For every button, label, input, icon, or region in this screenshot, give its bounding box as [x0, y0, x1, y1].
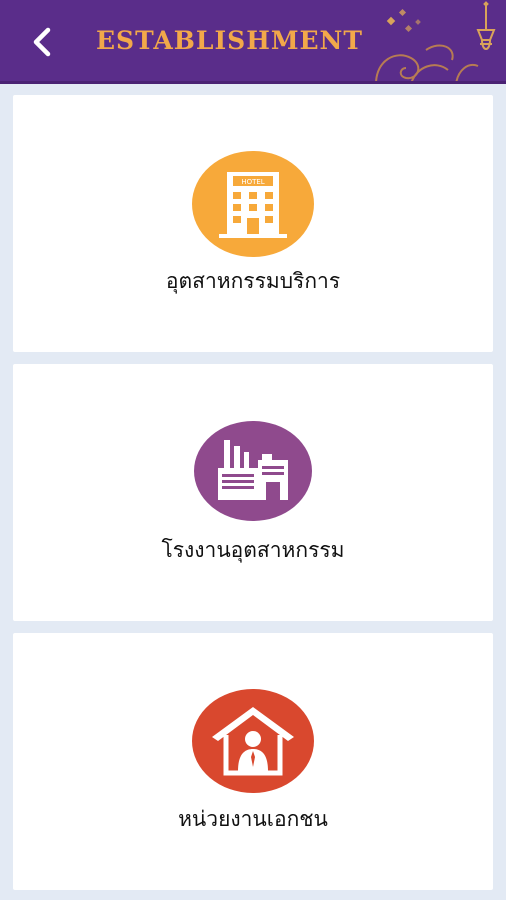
- hotel-icon-circle: HOTEL: [192, 151, 314, 257]
- card-factory-industry[interactable]: โรงงานอุตสาหกรรม: [13, 364, 493, 621]
- app-header: ESTABLISHMENT: [0, 0, 506, 84]
- card-label: โรงงานอุตสาหกรรม: [161, 538, 345, 562]
- factory-icon-circle: [194, 421, 312, 521]
- page-title: ESTABLISHMENT: [96, 26, 364, 55]
- office-worker-icon: [212, 707, 294, 776]
- hotel-icon: HOTEL: [219, 172, 287, 238]
- card-label: อุตสาหกรรมบริการ: [165, 269, 341, 293]
- factory-icon: [218, 440, 288, 500]
- card-service-industry[interactable]: HOTEL อุตสาหกรรมบริการ: [13, 95, 493, 352]
- chevron-left-icon: [33, 27, 51, 57]
- back-button[interactable]: [22, 22, 62, 62]
- office-worker-icon-circle: [192, 689, 314, 793]
- card-private-agency[interactable]: หน่วยงานเอกชน: [13, 633, 493, 890]
- thai-ornament-decoration: [375, 1, 496, 81]
- hotel-sign-text: HOTEL: [241, 178, 264, 186]
- card-label: หน่วยงานเอกชน: [178, 807, 328, 831]
